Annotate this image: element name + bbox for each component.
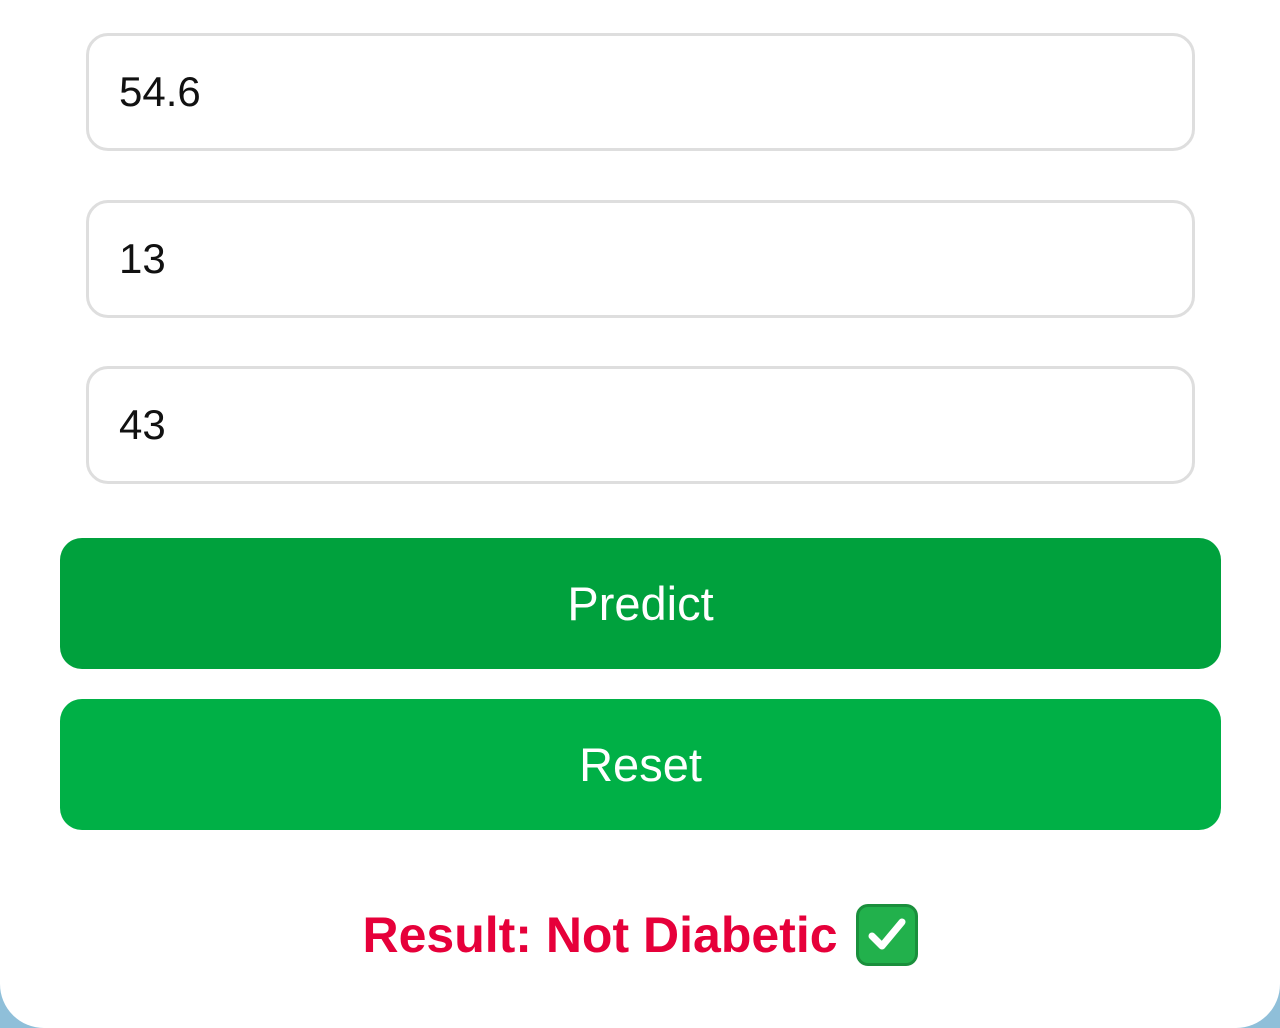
form-card: 54.6 13 43 Predict Reset Result: Not Dia… — [0, 0, 1280, 1028]
input-field-1-value: 54.6 — [119, 68, 201, 115]
check-mark-icon — [855, 904, 918, 966]
result-message: Result: Not Diabetic — [0, 900, 1280, 970]
predict-button[interactable]: Predict — [60, 538, 1221, 669]
input-field-1[interactable]: 54.6 — [86, 33, 1195, 151]
predict-button-label: Predict — [567, 577, 714, 630]
result-text: Result: Not Diabetic — [362, 907, 838, 963]
reset-button[interactable]: Reset — [60, 699, 1221, 830]
reset-button-label: Reset — [579, 738, 702, 791]
input-field-2-value: 13 — [119, 235, 166, 282]
input-field-3-value: 43 — [119, 401, 166, 448]
input-field-2[interactable]: 13 — [86, 200, 1195, 318]
input-field-3[interactable]: 43 — [86, 366, 1195, 484]
